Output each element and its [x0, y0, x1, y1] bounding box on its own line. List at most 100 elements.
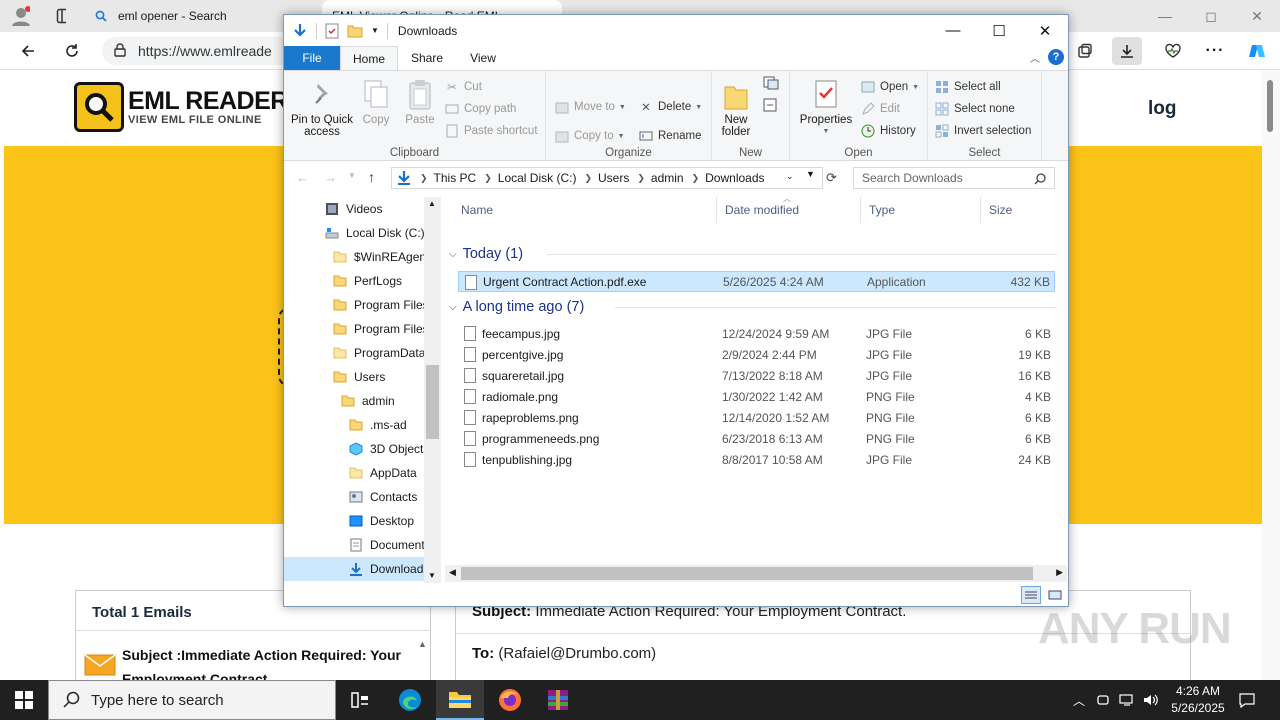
show-hidden-icons-button[interactable]: ︿	[1068, 680, 1090, 720]
nav-item-appdata[interactable]: AppData	[348, 461, 417, 485]
invert-selection-button[interactable]: Invert selection	[934, 121, 1031, 141]
nav-item-winreagent[interactable]: $WinREAgent	[332, 245, 429, 269]
breadcrumb-local-disk[interactable]: Local Disk (C:)	[498, 171, 577, 185]
explorer-maximize-button[interactable]: ☐	[976, 15, 1022, 46]
address-bar[interactable]: https://www.emlreade	[102, 37, 302, 65]
scroll-right-icon[interactable]: ▶	[1056, 567, 1063, 578]
tab-home[interactable]: Home	[340, 46, 398, 70]
download-arrow-icon[interactable]	[292, 23, 308, 39]
copy-to-button[interactable]: Copy to ▼	[554, 126, 625, 146]
downloads-button[interactable]	[1112, 37, 1142, 65]
nav-item-contacts[interactable]: Contacts	[348, 485, 417, 509]
taskbar-winrar-button[interactable]	[534, 680, 582, 720]
nav-item-perflogs[interactable]: PerfLogs	[332, 269, 402, 293]
notifications-button[interactable]	[1236, 680, 1258, 720]
taskbar-file-explorer-button[interactable]	[436, 680, 484, 720]
breadcrumb-separator[interactable]: ❯	[637, 173, 645, 184]
nav-pane-scrollbar[interactable]: ▲ ▼	[424, 197, 441, 583]
site-logo[interactable]: EML READER VIEW EML FILE ONLINE	[74, 82, 288, 132]
rename-button[interactable]: Rename	[638, 126, 701, 146]
group-header-long-ago[interactable]: ⌵ A long time ago (7)	[449, 297, 1057, 317]
nav-item-documents[interactable]: Documents	[348, 533, 431, 557]
volume-button[interactable]	[1140, 680, 1162, 720]
taskbar-edge-button[interactable]	[386, 680, 434, 720]
scroll-up-icon[interactable]: ▲	[428, 199, 436, 208]
browser-essentials-button[interactable]	[1158, 37, 1188, 65]
delete-button[interactable]: ✕ Delete ▼	[638, 97, 702, 117]
select-all-button[interactable]: Select all	[934, 77, 1001, 97]
edit-button[interactable]: Edit	[860, 99, 900, 119]
customize-toolbar-icon[interactable]: ▼	[371, 26, 379, 35]
tab-share[interactable]: Share	[404, 46, 450, 70]
breadcrumb-separator[interactable]: ❯	[484, 173, 492, 184]
profile-button[interactable]	[0, 0, 40, 32]
address-dropdown-icon[interactable]: ⌄	[786, 171, 794, 182]
recent-locations-icon[interactable]: ▼	[348, 171, 356, 180]
refresh-button[interactable]	[58, 38, 86, 64]
nav-item-program-files-x86[interactable]: Program Files	[332, 317, 429, 341]
details-view-button[interactable]	[1021, 586, 1041, 604]
search-downloads-input[interactable]: Search Downloads	[853, 167, 1055, 189]
move-to-button[interactable]: Move to ▼	[554, 97, 626, 117]
breadcrumb-users[interactable]: Users	[598, 171, 629, 185]
network-button[interactable]	[1116, 680, 1138, 720]
scroll-left-icon[interactable]: ◀	[449, 567, 456, 578]
breadcrumb[interactable]: ❯ This PC ❯ Local Disk (C:) ❯ Users ❯ ad…	[391, 167, 823, 189]
breadcrumb-this-pc[interactable]: This PC	[434, 171, 477, 185]
nav-item-3d-objects[interactable]: 3D Objects	[348, 437, 429, 461]
file-list-horizontal-scrollbar[interactable]: ◀ ▶	[445, 565, 1067, 582]
nav-item-local-disk[interactable]: Local Disk (C:)	[324, 221, 425, 245]
forward-arrow-icon[interactable]: →	[324, 170, 337, 185]
taskbar-firefox-button[interactable]	[486, 680, 534, 720]
settings-more-button[interactable]: ···	[1200, 37, 1230, 65]
file-row[interactable]: squareretail.jpg 7/13/2022 8:18 AM JPG Fil…	[458, 365, 1055, 386]
taskbar-search-box[interactable]: Type here to search	[48, 680, 336, 720]
browser-close-button[interactable]: ✕	[1234, 0, 1280, 32]
help-icon[interactable]: ?	[1048, 49, 1064, 65]
open-button[interactable]: Open ▼	[860, 77, 919, 97]
file-row[interactable]: tenpublishing.jpg 8/8/2017 10:58 AM JPG Fi…	[458, 449, 1055, 470]
easy-access-icon[interactable]	[762, 97, 786, 116]
file-row[interactable]: Urgent Contract Action.pdf.exe 5/26/2025…	[458, 271, 1055, 292]
page-scroll-thumb[interactable]	[1267, 80, 1273, 132]
properties-button[interactable]: Properties ▼	[798, 77, 854, 138]
tab-actions-button[interactable]	[46, 0, 76, 32]
breadcrumb-downloads[interactable]: Downloads	[705, 171, 764, 185]
back-button[interactable]	[14, 38, 42, 64]
nav-scroll-thumb[interactable]	[426, 365, 439, 439]
paste-button[interactable]: Paste	[400, 77, 440, 126]
nav-link-blog[interactable]: log	[1148, 98, 1177, 120]
nav-item-programdata[interactable]: ProgramData	[332, 341, 425, 365]
tab-file[interactable]: File	[284, 46, 340, 70]
explorer-close-button[interactable]: ✕	[1022, 15, 1068, 46]
file-row[interactable]: feecampus.jpg 12/24/2024 9:59 AM JPG File 6…	[458, 323, 1055, 344]
explorer-title-bar[interactable]: ▼ Downloads — ☐ ✕	[284, 15, 1068, 46]
cut-button[interactable]: ✂ Cut	[444, 77, 482, 97]
tab-search[interactable]: eml opener - Search	[84, 0, 316, 32]
breadcrumb-admin[interactable]: admin	[651, 171, 684, 185]
nav-item-videos[interactable]: Videos	[324, 197, 382, 221]
file-row[interactable]: programmeneeds.png 6/23/2018 6:13 AM PNG F…	[458, 428, 1055, 449]
pin-quick-access-button[interactable]: Pin to Quick access	[290, 77, 354, 138]
back-arrow-icon[interactable]: ←	[296, 170, 309, 185]
file-row[interactable]: radiomale.png 1/30/2022 1:42 AM PNG File 4 …	[458, 386, 1055, 407]
tab-view[interactable]: View	[460, 46, 506, 70]
email-list-item[interactable]: Subject :Immediate Action Required: Your…	[84, 643, 412, 680]
paste-shortcut-button[interactable]: Paste shortcut	[444, 121, 538, 141]
taskbar-clock[interactable]: 4:26 AM 5/26/2025	[1160, 683, 1236, 717]
nav-item-program-files[interactable]: Program Files	[332, 293, 429, 317]
history-button[interactable]: History	[860, 121, 916, 141]
horizontal-scroll-thumb[interactable]	[461, 567, 1033, 580]
breadcrumb-separator[interactable]: ❯	[692, 173, 700, 184]
column-size[interactable]: Size	[981, 197, 1059, 223]
select-none-button[interactable]: Select none	[934, 99, 1015, 119]
file-row[interactable]: percentgive.jpg 2/9/2024 2:44 PM JPG File 1…	[458, 344, 1055, 365]
start-button[interactable]	[0, 680, 48, 720]
task-view-button[interactable]	[336, 680, 384, 720]
properties-check-icon[interactable]	[325, 23, 339, 39]
breadcrumb-separator[interactable]: ❯	[584, 173, 592, 184]
column-name[interactable]: Name	[453, 197, 717, 223]
refresh-icon[interactable]: ⟳	[826, 170, 837, 186]
new-item-icon[interactable]	[762, 75, 786, 94]
copilot-button[interactable]	[1242, 37, 1272, 65]
